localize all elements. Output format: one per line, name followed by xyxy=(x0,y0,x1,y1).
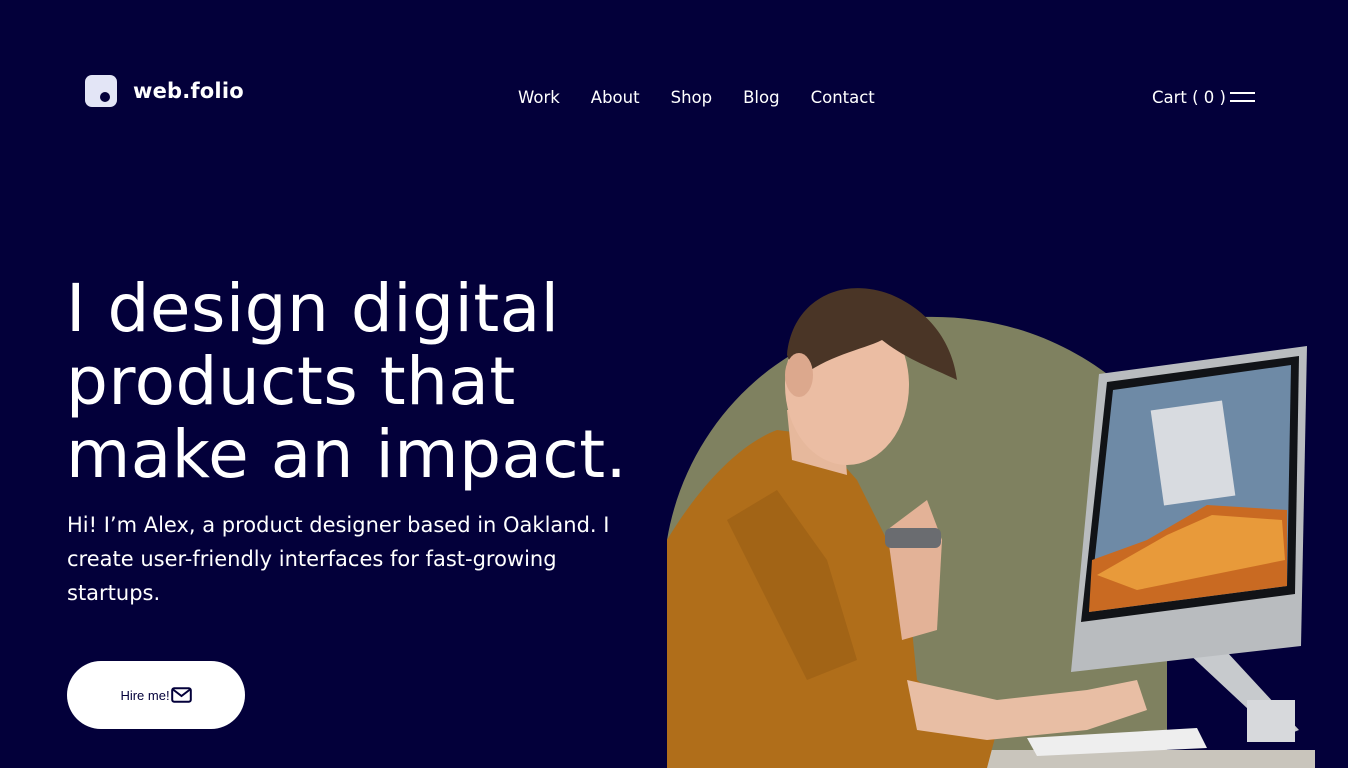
nav-link-shop[interactable]: Shop xyxy=(671,88,713,107)
nav-link-contact[interactable]: Contact xyxy=(811,88,875,107)
main-nav: Work About Shop Blog Contact xyxy=(518,88,906,107)
logo-link[interactable]: web.folio xyxy=(85,75,244,107)
nav-link-work[interactable]: Work xyxy=(518,88,560,107)
hire-me-label: Hire me! xyxy=(120,687,170,703)
hero-title: I design digital products that make an i… xyxy=(66,270,628,493)
nav-link-blog[interactable]: Blog xyxy=(743,88,779,107)
cart-link[interactable]: Cart ( 0 ) xyxy=(1152,88,1226,107)
hamburger-menu-icon[interactable] xyxy=(1230,91,1255,105)
hero-photo xyxy=(667,260,1315,768)
logo-mark-icon xyxy=(85,75,117,107)
brand-name: web.folio xyxy=(133,79,244,103)
envelope-icon xyxy=(170,687,192,703)
nav-link-about[interactable]: About xyxy=(591,88,640,107)
hero-description: Hi! I’m Alex, a product designer based i… xyxy=(67,513,610,605)
hire-me-button[interactable]: Hire me! xyxy=(67,661,245,729)
designer-illustration xyxy=(667,288,1315,768)
